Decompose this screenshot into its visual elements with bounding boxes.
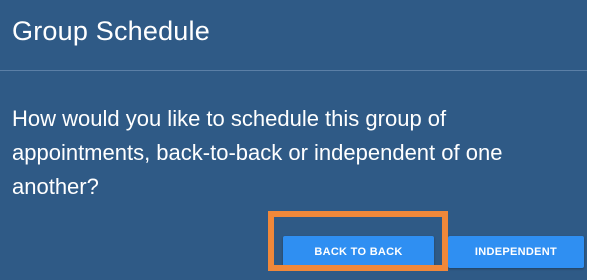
dialog-message: How would you like to schedule this grou… bbox=[12, 106, 503, 199]
back-to-back-button[interactable]: BACK TO BACK bbox=[283, 236, 434, 268]
independent-button[interactable]: INDEPENDENT bbox=[448, 236, 584, 268]
dialog-header: Group Schedule bbox=[0, 0, 587, 71]
group-schedule-dialog: Group Schedule How would you like to sch… bbox=[0, 0, 587, 280]
dialog-title: Group Schedule bbox=[12, 16, 210, 46]
